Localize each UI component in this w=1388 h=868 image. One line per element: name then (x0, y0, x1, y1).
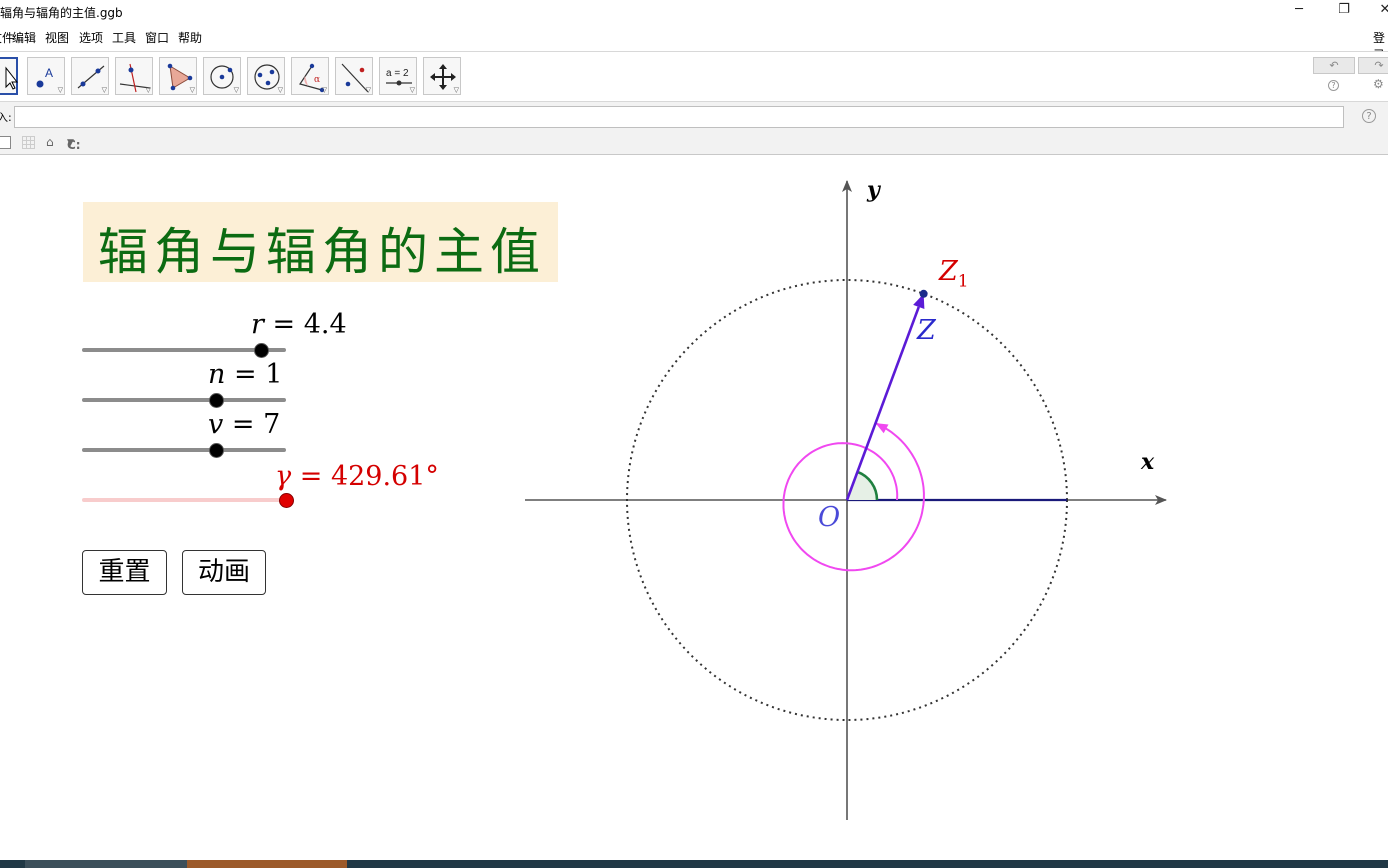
menu-options[interactable]: 选项 (79, 29, 103, 46)
show-axes-toggle[interactable] (0, 136, 11, 149)
tool-menu-icon: ▽ (101, 86, 107, 94)
input-help-icon[interactable]: ? (1362, 109, 1376, 123)
coordinate-graph (525, 180, 1167, 820)
menu-edit[interactable]: 编辑 (12, 29, 36, 46)
settings-icon[interactable]: ⚙ (1373, 77, 1384, 91)
svg-text:A: A (45, 66, 53, 80)
slider-tool-text: a = 2 (386, 68, 409, 79)
menu-view[interactable]: 视图 (45, 29, 69, 46)
input-bar: 输入: ? (0, 101, 1388, 133)
point-z1-label: Z1 (939, 256, 969, 292)
vector-z-label: Z (917, 315, 936, 346)
input-field[interactable] (14, 106, 1344, 128)
undo-button[interactable]: ↶ (1313, 57, 1355, 74)
taskbar (0, 860, 1388, 868)
tool-menu-icon: ▽ (57, 86, 63, 94)
menu-tools[interactable]: 工具 (112, 29, 136, 46)
home-icon[interactable]: ⌂ (46, 135, 54, 149)
window-titlebar: 辐角与辐角的主值.ggb ─ ❐ ✕ (0, 0, 1388, 26)
tool-menu-icon: ▽ (189, 86, 195, 94)
window-title: 辐角与辐角的主值.ggb (0, 6, 123, 20)
redo-button[interactable]: ↷ (1358, 57, 1388, 74)
conic-tool[interactable]: ▽ (247, 57, 285, 95)
svg-text:α: α (314, 75, 320, 85)
move-tool[interactable] (0, 57, 19, 95)
taskbar-item-active[interactable] (187, 860, 347, 868)
close-button[interactable]: ✕ (1374, 2, 1388, 17)
input-label: 输入: (0, 111, 12, 124)
perpendicular-tool[interactable]: ▽ (115, 57, 153, 95)
grid-toggle-icon[interactable] (22, 136, 35, 149)
tool-menu-icon: ▽ (277, 86, 283, 94)
graphics-view[interactable]: 辐角与辐角的主值 r = 4.4 n = 1 v = 7 γ = 429.61°… (0, 155, 1388, 860)
polygon-tool[interactable]: ▽ (159, 57, 197, 95)
tool-menu-icon: ▽ (233, 86, 239, 94)
tool-menu-icon: ▽ (321, 86, 327, 94)
line-tool[interactable]: ▽ (71, 57, 109, 95)
menu-help[interactable]: 帮助 (178, 29, 202, 46)
move-graphics-tool[interactable]: ▽ (423, 57, 461, 95)
toolbar: A ▽ ▽ ▽ ▽ ▽ ▽ α ▽ ▽ a = 2 ▽ ▽ ↶ ↷ ? ⚙ (0, 51, 1388, 102)
vector-z (845, 306, 920, 501)
point-tool[interactable]: A ▽ (27, 57, 65, 95)
point-z1[interactable] (919, 289, 928, 298)
toolbar-help-icon[interactable]: ? (1328, 80, 1339, 91)
circle-tool[interactable]: ▽ (203, 57, 241, 95)
tool-menu-icon: ▽ (145, 86, 151, 94)
slider-tool[interactable]: a = 2 ▽ (379, 57, 417, 95)
tool-menu-icon: ▽ (409, 86, 415, 94)
origin-label: O (818, 502, 841, 533)
taskbar-item[interactable] (25, 860, 187, 868)
chevron-down-icon: ▼ (67, 138, 74, 148)
graphics-style-bar: ⌂ C: ▼ (0, 132, 1388, 155)
menu-window[interactable]: 窗口 (145, 29, 169, 46)
restore-button[interactable]: ❐ (1333, 2, 1355, 17)
reflect-tool[interactable]: ▽ (335, 57, 373, 95)
tool-menu-icon: ▽ (453, 86, 459, 94)
y-axis-label: y (867, 177, 880, 203)
menu-bar: 文件 编辑 视图 选项 工具 窗口 帮助 登录 (0, 26, 1388, 62)
tool-menu-icon: ▽ (365, 86, 371, 94)
angle-tool[interactable]: α ▽ (291, 57, 329, 95)
minimize-button[interactable]: ─ (1288, 2, 1310, 17)
x-axis-label: x (1141, 449, 1155, 475)
